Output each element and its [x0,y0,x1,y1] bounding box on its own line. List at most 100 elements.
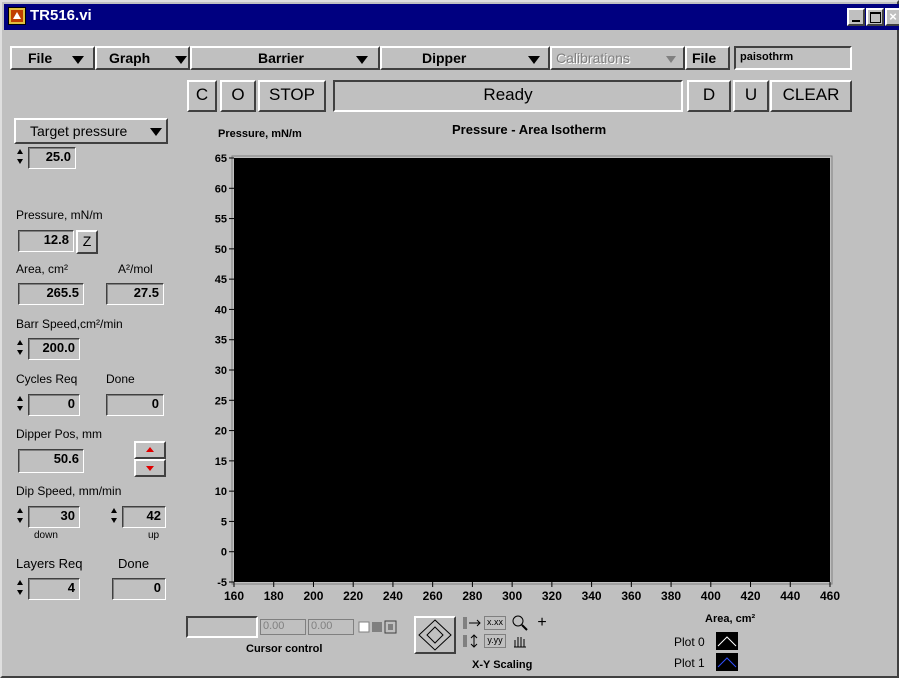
x-tick-label: 300 [502,589,522,603]
chart-title: Pressure - Area Isotherm [452,122,607,137]
filename-field[interactable]: paisothrm [734,46,852,70]
cycles-done-label: Done [106,372,135,386]
plot-area [234,158,830,582]
legend-plot1-label: Plot 1 [674,656,705,670]
file-menu[interactable]: File [10,46,95,70]
y-tick-label: 45 [215,274,227,286]
x-tick-label: 260 [423,589,443,603]
x-axis-label: Area, cm² [705,613,756,625]
zero-button[interactable]: Z [76,230,98,254]
pan-hand-icon[interactable] [510,633,530,649]
status-indicator: Ready [333,80,683,112]
pressure-value: 12.8 [18,230,74,252]
area-value: 265.5 [18,283,84,305]
status-text: Ready [483,85,533,104]
up-label: up [148,530,160,541]
chevron-down-icon [150,128,162,136]
c-button[interactable]: C [187,80,217,112]
crosshair-icon[interactable]: + [532,614,552,632]
dip-down-stepper[interactable] [16,506,26,528]
dip-down-field[interactable]: 30 [28,506,80,528]
dip-up-stepper[interactable] [110,506,120,528]
target-pressure-stepper[interactable] [16,147,26,169]
chevron-down-icon [146,466,154,471]
chevron-up-icon [146,447,154,452]
cursor-name-field[interactable] [186,616,258,638]
layers-req-label: Layers Req [16,556,83,571]
chevron-down-icon [175,56,187,64]
x-tick-label: 280 [462,589,482,603]
clear-button[interactable]: CLEAR [770,80,852,112]
y-tick-label: 25 [215,395,227,407]
y-autoscale-icon[interactable] [462,634,482,648]
app-icon [8,7,26,25]
cursor-x-field: 0.00 [260,619,306,635]
maximize-button[interactable] [866,8,884,26]
legend-plot0-swatch [716,632,738,650]
chevron-down-icon [666,56,676,63]
chevron-down-icon [528,56,540,64]
y-tick-label: 60 [215,183,227,195]
dip-speed-label: Dip Speed, mm/min [16,484,122,498]
y-tick-label: 35 [215,335,227,347]
y-tick-label: 15 [215,456,227,468]
chevron-down-icon [356,56,368,64]
x-tick-label: 460 [820,589,840,603]
target-pressure-menu[interactable]: Target pressure [14,118,168,144]
isotherm-chart[interactable]: 65605550454035302520151050-5160 180 200 220… [190,145,856,615]
dipper-pos-value: 50.6 [18,449,84,473]
x-tick-label: 440 [780,589,800,603]
x-tick-label: 180 [264,589,284,603]
title-bar: TR516.vi × [4,4,899,30]
dipper-pos-label: Dipper Pos, mm [16,427,103,441]
x-autoscale-icon[interactable] [462,616,482,630]
cycles-req-field[interactable]: 0 [28,394,80,416]
zoom-icon[interactable] [510,614,530,632]
cursor-move-icon[interactable] [414,616,456,654]
u-button[interactable]: U [733,80,769,112]
cursor-style-icon[interactable] [358,619,398,635]
barrier-menu[interactable]: Barrier [190,46,380,70]
x-tick-label: 380 [661,589,681,603]
barr-speed-stepper[interactable] [16,338,26,360]
barr-speed-field[interactable]: 200.0 [28,338,80,360]
stop-button[interactable]: STOP [258,80,326,112]
cycles-req-stepper[interactable] [16,394,26,416]
barr-speed-label: Barr Speed,cm²/min [16,317,123,331]
x-tick-label: 420 [741,589,761,603]
x-tick-label: 200 [303,589,323,603]
cycles-done-value: 0 [106,394,164,416]
minimize-button[interactable] [847,8,865,26]
cursor-y-field: 0.00 [308,619,354,635]
plot-legend[interactable]: Plot 0 Plot 1 [666,629,766,678]
layers-req-field[interactable]: 4 [28,578,80,600]
x-format-button[interactable]: x.xx [484,616,506,630]
layers-req-stepper[interactable] [16,578,26,600]
close-button[interactable]: × [885,8,899,26]
x-tick-label: 320 [542,589,562,603]
graph-menu[interactable]: Graph [95,46,190,70]
dipper-menu[interactable]: Dipper [380,46,550,70]
y-axis-label: Pressure, mN/m [218,128,302,140]
xy-scaling-label: X-Y Scaling [472,659,533,671]
y-tick-label: -5 [217,577,227,589]
y-tick-label: 65 [215,153,227,165]
y-format-button[interactable]: y.yy [484,634,506,648]
apm-value: 27.5 [106,283,164,305]
file-button[interactable]: File [685,46,730,70]
cursor-label: Cursor control [246,643,323,655]
area-label: Area, cm² [16,262,69,276]
dip-up-field[interactable]: 42 [122,506,166,528]
calibrations-menu[interactable]: Calibrations [550,46,685,70]
dipper-down-button[interactable] [134,459,166,477]
dipper-up-button[interactable] [134,441,166,459]
d-button[interactable]: D [687,80,731,112]
y-tick-label: 55 [215,214,227,226]
o-button[interactable]: O [220,80,256,112]
y-tick-label: 50 [215,244,227,256]
y-tick-label: 10 [215,486,227,498]
x-tick-label: 360 [621,589,641,603]
target-pressure-field[interactable]: 25.0 [28,147,76,169]
y-tick-label: 20 [215,426,227,438]
layers-done-label: Done [118,556,150,571]
